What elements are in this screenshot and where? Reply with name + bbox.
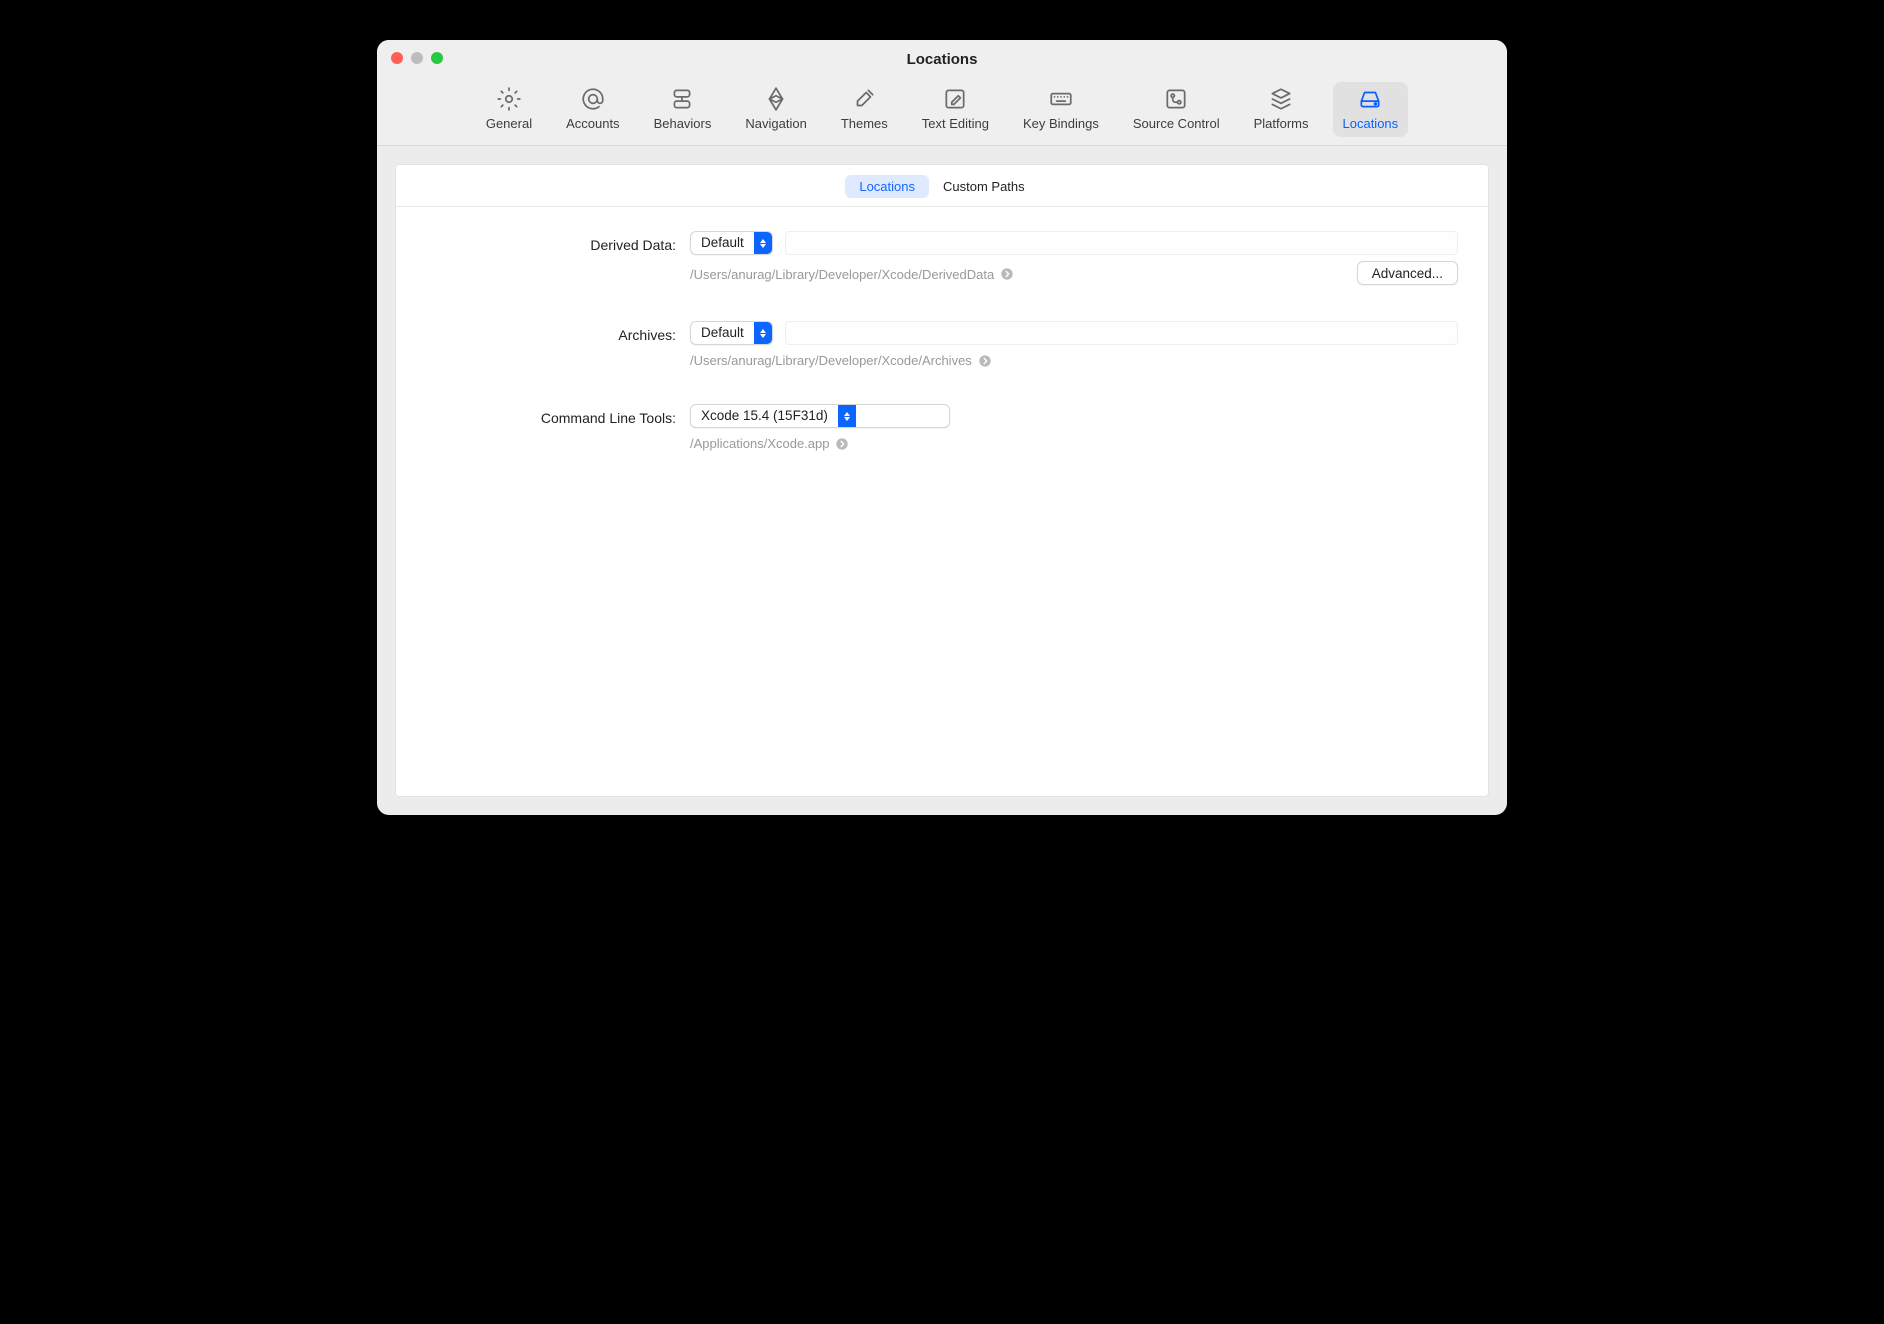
toolbar-label: Behaviors — [654, 116, 712, 131]
command-line-tools-popup[interactable]: Xcode 15.4 (15F31d) — [690, 404, 950, 428]
toolbar-label: Locations — [1343, 116, 1399, 131]
tab-source-control[interactable]: Source Control — [1123, 82, 1230, 137]
reveal-in-finder-button[interactable] — [978, 354, 992, 368]
archives-popup[interactable]: Default — [690, 321, 773, 345]
popup-value: Default — [691, 322, 754, 344]
tab-text-editing[interactable]: Text Editing — [912, 82, 999, 137]
navigation-icon — [763, 86, 789, 112]
row-command-line-tools: Command Line Tools: Xcode 15.4 (15F31d) … — [426, 404, 1458, 451]
at-sign-icon — [580, 86, 606, 112]
reveal-in-finder-button[interactable] — [1000, 267, 1014, 281]
advanced-button[interactable]: Advanced... — [1357, 261, 1458, 285]
tab-behaviors[interactable]: Behaviors — [644, 82, 722, 137]
toolbar-label: Navigation — [745, 116, 806, 131]
popup-value: Xcode 15.4 (15F31d) — [691, 405, 838, 427]
toolbar-label: General — [486, 116, 532, 131]
paintbrush-icon — [851, 86, 877, 112]
row-derived-data: Derived Data: Default /Users/an — [426, 231, 1458, 285]
edit-icon — [942, 86, 968, 112]
minimize-window-button[interactable] — [411, 52, 423, 64]
window-title: Locations — [907, 51, 978, 68]
behaviors-icon — [669, 86, 695, 112]
tab-themes[interactable]: Themes — [831, 82, 898, 137]
preferences-window: Locations General Accounts Behaviors — [377, 40, 1507, 815]
archives-path: /Users/anurag/Library/Developer/Xcode/Ar… — [690, 353, 972, 368]
window-controls — [391, 52, 443, 64]
button-label: Advanced... — [1372, 266, 1443, 281]
updown-icon — [754, 322, 772, 344]
toolbar-label: Themes — [841, 116, 888, 131]
keyboard-icon — [1048, 86, 1074, 112]
tab-accounts[interactable]: Accounts — [556, 82, 629, 137]
close-window-button[interactable] — [391, 52, 403, 64]
derived-data-label: Derived Data: — [426, 231, 676, 253]
prefs-toolbar: General Accounts Behaviors Navigation — [377, 78, 1507, 145]
content-card: Locations Custom Paths Derived Data: Def… — [395, 164, 1489, 797]
source-control-icon — [1163, 86, 1189, 112]
tab-general[interactable]: General — [476, 82, 542, 137]
archives-path-field[interactable] — [785, 321, 1458, 345]
toolbar-label: Text Editing — [922, 116, 989, 131]
layers-icon — [1268, 86, 1294, 112]
titlebar: Locations General Accounts Behaviors — [377, 40, 1507, 146]
subtab-locations[interactable]: Locations — [845, 175, 929, 198]
subtab-custom-paths[interactable]: Custom Paths — [929, 175, 1039, 198]
gear-icon — [496, 86, 522, 112]
reveal-in-finder-button[interactable] — [835, 437, 849, 451]
tab-key-bindings[interactable]: Key Bindings — [1013, 82, 1109, 137]
drive-icon — [1357, 86, 1383, 112]
subtab-segmented-control: Locations Custom Paths — [845, 175, 1038, 198]
toolbar-label: Key Bindings — [1023, 116, 1099, 131]
derived-data-path: /Users/anurag/Library/Developer/Xcode/De… — [690, 267, 994, 282]
toolbar-label: Source Control — [1133, 116, 1220, 131]
popup-value: Default — [691, 232, 754, 254]
updown-icon — [754, 232, 772, 254]
derived-data-popup[interactable]: Default — [690, 231, 773, 255]
tab-locations[interactable]: Locations — [1333, 82, 1409, 137]
command-line-tools-path: /Applications/Xcode.app — [690, 436, 829, 451]
tab-platforms[interactable]: Platforms — [1244, 82, 1319, 137]
updown-icon — [838, 405, 856, 427]
zoom-window-button[interactable] — [431, 52, 443, 64]
segment-label: Custom Paths — [943, 179, 1025, 194]
command-line-tools-label: Command Line Tools: — [426, 404, 676, 426]
archives-label: Archives: — [426, 321, 676, 343]
toolbar-label: Platforms — [1254, 116, 1309, 131]
locations-form: Derived Data: Default /Users/an — [396, 207, 1488, 471]
derived-data-path-field[interactable] — [785, 231, 1458, 255]
segment-label: Locations — [859, 179, 915, 194]
row-archives: Archives: Default /Users/anurag/Library/… — [426, 321, 1458, 368]
tab-navigation[interactable]: Navigation — [735, 82, 816, 137]
toolbar-label: Accounts — [566, 116, 619, 131]
